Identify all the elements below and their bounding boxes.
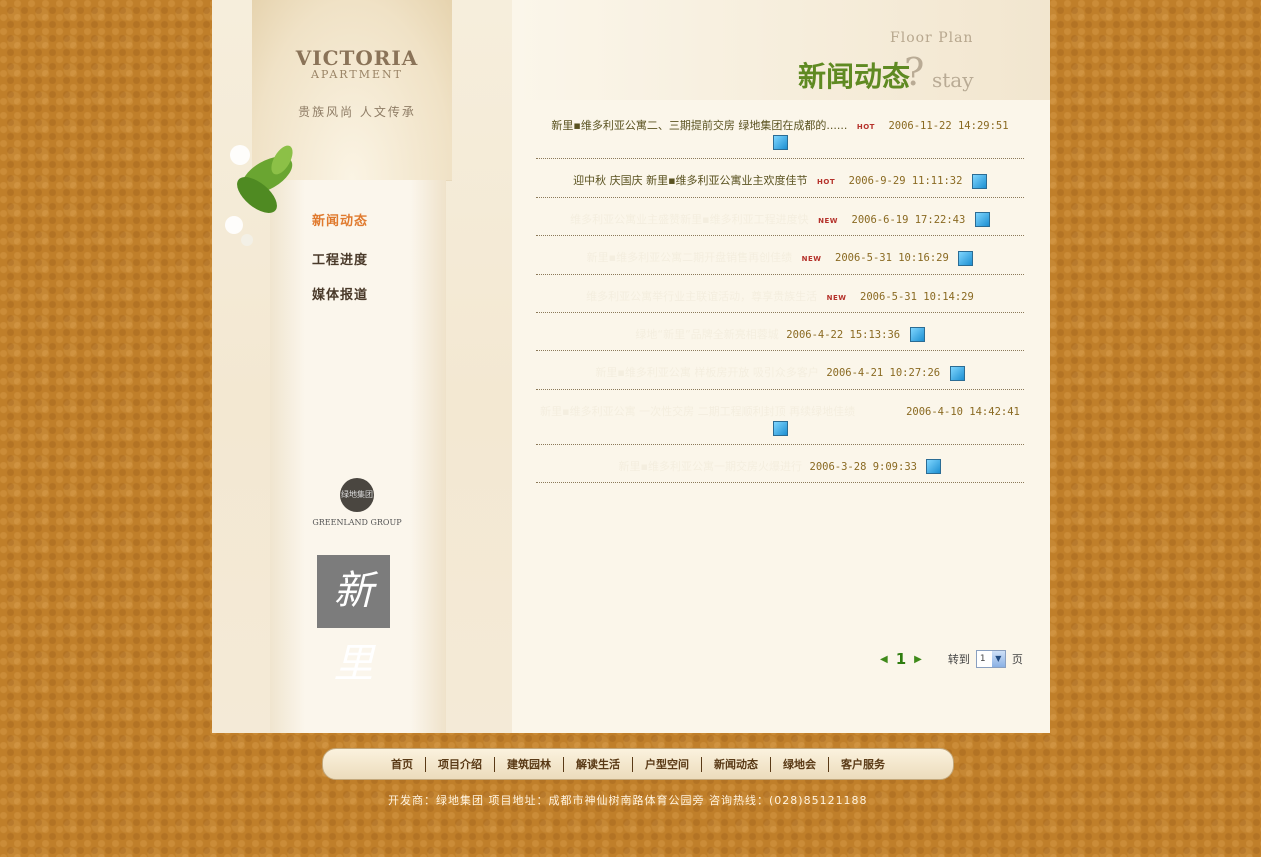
news-date: 2006-5-31 10:16:29: [835, 252, 949, 264]
list-item: 新里▪维多利亚公寓 一次性交房 二期工程顺利封顶 再续绿地佳绩 2006-4-1…: [536, 401, 1024, 445]
list-item: 维多利亚公寓举行业主联谊活动，尊享贵族生活 NEW 2006-5-31 10:1…: [536, 286, 1024, 313]
bottom-nav: 首页 项目介绍 建筑园林 解读生活 户型空间 新闻动态 绿地会 客户服务: [322, 748, 954, 780]
prev-page-icon[interactable]: ◀: [880, 654, 888, 665]
new-badge: NEW: [818, 216, 839, 225]
news-link[interactable]: 维多利亚公寓举行业主联谊活动，尊享贵族生活: [586, 290, 817, 303]
news-link[interactable]: 新里▪维多利亚公寓 一次性交房 二期工程顺利封顶 再续绿地佳绩: [540, 405, 855, 418]
news-link[interactable]: 新里▪维多利亚公寓二、三期提前交房 绿地集团在成都的......: [551, 119, 847, 132]
news-link[interactable]: 绿地“新里”品牌全新亮相蓉城: [635, 328, 778, 341]
next-page-icon[interactable]: ▶: [914, 654, 922, 665]
hot-badge: HOT: [817, 178, 836, 186]
greenland-mark-icon: 绿地集团: [340, 478, 374, 512]
bottom-nav-club[interactable]: 绿地会: [771, 756, 828, 772]
news-date: 2006-3-28 9:09:33: [809, 460, 917, 473]
news-link[interactable]: 新里▪维多利亚公寓一期交房火爆进行: [619, 460, 802, 473]
news-date: 2006-5-31 10:14:29: [860, 290, 974, 303]
page-select-value: 1: [979, 654, 986, 664]
list-item: 绿地“新里”品牌全新亮相蓉城 2006-4-22 15:13:36: [536, 324, 1024, 351]
header-stay: stay: [932, 68, 974, 92]
news-square-icon[interactable]: [772, 420, 788, 436]
pagination: ◀ 1 ▶ 转到 1 ▼ 页: [880, 650, 1023, 668]
page-title: 新闻动态: [798, 60, 911, 93]
list-item: 迎中秋 庆国庆 新里▪维多利亚公寓业主欢度佳节 HOT 2006-9-29 11…: [536, 170, 1024, 198]
news-link[interactable]: 新里▪维多利亚公寓二期开盘销售再创佳绩: [587, 251, 792, 264]
brand-subtitle: APARTMENT: [311, 68, 403, 81]
side-nav-news[interactable]: 新闻动态: [312, 210, 412, 229]
hot-badge: HOT: [856, 123, 875, 131]
current-page-number[interactable]: 1: [896, 650, 906, 668]
side-nav-media[interactable]: 媒体报道: [312, 284, 412, 303]
news-date: 2006-4-22 15:13:36: [786, 328, 901, 341]
brand-title: VICTORIA: [295, 46, 419, 70]
list-item: 新里▪维多利亚公寓二期开盘销售再创佳绩 NEW 2006-5-31 10:16:…: [536, 247, 1024, 275]
list-item: 新里▪维多利亚公寓一期交房火爆进行 2006-3-28 9:09:33: [536, 456, 1024, 483]
list-item: 新里▪维多利亚公寓二、三期提前交房 绿地集团在成都的...... HOT 200…: [536, 115, 1024, 159]
page-label: 页: [1011, 653, 1023, 666]
bottom-nav-home[interactable]: 首页: [379, 756, 425, 772]
news-date: 2006-9-29 11:11:32: [848, 175, 963, 187]
bottom-nav-architecture[interactable]: 建筑园林: [495, 756, 563, 772]
news-link[interactable]: 迎中秋 庆国庆 新里▪维多利亚公寓业主欢度佳节: [573, 174, 807, 187]
news-date: 2006-4-21 10:27:26: [826, 367, 941, 379]
news-date: 2006-6-19 17:22:43: [851, 213, 966, 226]
news-list: 新里▪维多利亚公寓二、三期提前交房 绿地集团在成都的...... HOT 200…: [530, 115, 1030, 494]
bottom-nav-lifestyle[interactable]: 解读生活: [564, 756, 632, 772]
new-badge: NEW: [826, 293, 847, 302]
list-item: 新里▪维多利亚公寓 样板房开放 吸引众多客户 2006-4-21 10:27:2…: [536, 362, 1024, 390]
news-square-icon[interactable]: [772, 135, 788, 150]
news-square-icon[interactable]: [974, 212, 990, 227]
bottom-nav-news[interactable]: 新闻动态: [702, 756, 770, 772]
bottom-nav-service[interactable]: 客户服务: [829, 756, 897, 772]
flower-decoration-icon: [225, 145, 293, 246]
bottom-nav-project[interactable]: 项目介绍: [426, 756, 494, 772]
bottom-nav-floorplan[interactable]: 户型空间: [633, 756, 701, 772]
greenland-logo[interactable]: 绿地集团 GREENLAND GROUP: [312, 478, 402, 527]
news-square-icon[interactable]: [949, 365, 965, 381]
news-square-icon[interactable]: [958, 250, 974, 266]
news-link[interactable]: 新里▪维多利亚公寓 样板房开放 吸引众多客户: [595, 366, 818, 379]
news-link[interactable]: 维多利亚公寓业主盛赞新里▪维多利亚工程进度快: [570, 213, 808, 226]
news-date: 2006-4-10 14:42:41: [906, 405, 1020, 418]
xinli-logo[interactable]: 新里: [317, 555, 390, 687]
left-panel: VICTORIA APARTMENT 贵族风尚 人文传承 新闻动态 工程进度 媒…: [212, 0, 512, 733]
news-square-icon[interactable]: [971, 173, 987, 189]
question-mark-icon: ?: [904, 50, 925, 94]
goto-label: 转到: [947, 653, 970, 666]
new-badge: NEW: [801, 255, 822, 263]
chevron-down-icon[interactable]: ▼: [991, 651, 1005, 667]
content-frame: VICTORIA APARTMENT 贵族风尚 人文传承 新闻动态 工程进度 媒…: [212, 0, 1050, 733]
news-date: 2006-11-22 14:29:51: [888, 120, 1009, 132]
side-nav-progress[interactable]: 工程进度: [312, 249, 412, 268]
page-select[interactable]: 1 ▼: [975, 650, 1006, 668]
header-floor-plan: Floor Plan: [890, 30, 974, 46]
list-item: 维多利亚公寓业主盛赞新里▪维多利亚工程进度快 NEW 2006-6-19 17:…: [536, 209, 1024, 236]
news-square-icon[interactable]: [926, 459, 942, 474]
footer-info: 开发商：绿地集团 项目地址：成都市神仙树南路体育公园旁 咨询热线：(028)85…: [388, 794, 868, 807]
content-header: Floor Plan 新闻动态 ? stay: [512, 0, 1050, 100]
greenland-logo-text: GREENLAND GROUP: [312, 518, 402, 527]
news-square-icon[interactable]: [909, 327, 925, 342]
